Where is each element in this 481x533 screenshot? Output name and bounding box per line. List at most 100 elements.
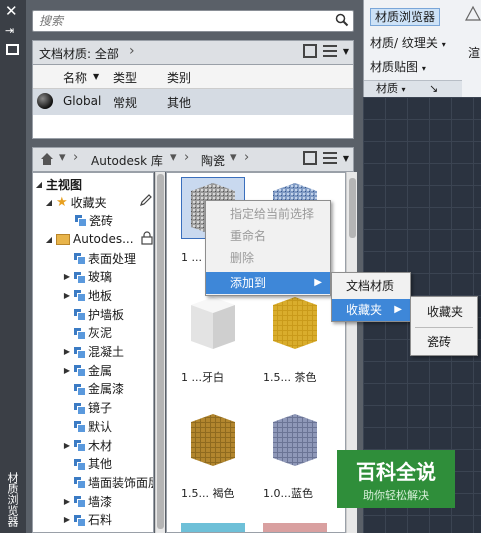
col-category[interactable]: 类别 — [167, 69, 191, 86]
material-thumb-8[interactable] — [263, 523, 327, 532]
tree-item[interactable]: ▶ 玻璃 — [63, 268, 112, 286]
tree-item[interactable]: ▶ 地板 — [63, 286, 112, 304]
document-materials-bar[interactable]: 文档材质: 全部 › ▼ — [32, 40, 354, 65]
menu-item-document-materials[interactable]: 文档材质 — [332, 275, 410, 297]
col-name[interactable]: 名称 — [63, 69, 87, 86]
menu-item-rename[interactable]: 重命名 — [206, 225, 330, 247]
material-caption: 1 ... — [181, 251, 202, 264]
tree-item-label: 墙面装饰面层 — [88, 475, 154, 490]
chevron-down-icon[interactable]: ▼ — [343, 47, 349, 56]
chevron-down-icon[interactable]: ▾ — [170, 150, 177, 165]
expand-icon: ◢ — [45, 197, 53, 207]
tree-item-label: 其他 — [88, 457, 113, 472]
autohide-icon[interactable]: ⇥ — [5, 24, 14, 37]
view-options-icon[interactable] — [322, 152, 337, 164]
tree-item-label: 金属漆 — [88, 382, 125, 397]
row-name: Global — [63, 94, 102, 108]
document-materials-label: 文档材质: 全部 — [39, 47, 119, 61]
properties-menu-icon[interactable] — [6, 44, 19, 55]
breadcrumb-category[interactable]: 陶瓷 — [201, 152, 225, 169]
menu-item-delete[interactable]: 删除 — [206, 247, 330, 269]
tree-root[interactable]: ◢ 主视图 — [35, 175, 82, 193]
search-icon[interactable] — [335, 13, 349, 27]
toggle-panel-icon[interactable] — [302, 44, 317, 58]
folder-icon — [74, 440, 86, 452]
expand-icon[interactable]: ▶ — [63, 515, 71, 524]
tree-item-label: 地板 — [88, 288, 113, 303]
folder-icon — [74, 402, 86, 415]
star-icon: ★ — [56, 194, 68, 210]
expand-icon[interactable]: ▶ — [63, 291, 71, 300]
home-icon[interactable] — [39, 151, 55, 167]
search-input[interactable] — [33, 11, 313, 31]
menu-separator — [415, 327, 473, 328]
folder-icon — [56, 233, 70, 245]
folder-icon — [74, 327, 86, 340]
tree-item-favorites[interactable]: ◢ ★ 收藏夹 — [45, 193, 107, 211]
chevron-right-icon: › — [244, 150, 250, 165]
tree-item[interactable]: ▶ 金属 — [63, 361, 112, 379]
breadcrumb-library[interactable]: Autodesk 库 — [91, 152, 163, 169]
tree-item-tiles[interactable]: 瓷砖 — [75, 211, 113, 229]
tree-item[interactable]: 墙面装饰面层 — [63, 473, 154, 491]
search-box[interactable] — [32, 10, 354, 32]
chevron-down-icon[interactable]: ▾ — [230, 150, 237, 165]
expand-icon[interactable]: ▶ — [63, 272, 71, 281]
view-options-icon[interactable] — [322, 45, 337, 57]
lock-icon — [141, 231, 153, 245]
tree-item-label: 金属 — [88, 363, 113, 378]
expand-icon[interactable]: ▶ — [63, 366, 71, 375]
expand-icon[interactable]: ▶ — [63, 441, 71, 450]
material-thumb-7[interactable] — [181, 523, 245, 532]
table-row[interactable]: Global 常规 其他 — [33, 89, 353, 115]
expand-icon[interactable]: ▶ — [63, 497, 71, 506]
chevron-down-icon[interactable]: ▼ — [343, 154, 349, 163]
sort-down-icon[interactable]: ▼ — [93, 72, 99, 81]
tree-item[interactable]: ▶ 墙漆 — [63, 492, 112, 510]
document-materials-table: 名称 ▼ 类型 类别 Global 常规 其他 — [32, 65, 354, 139]
tree-item[interactable]: 金属漆 — [63, 380, 124, 398]
tree-item[interactable]: 表面处理 — [63, 249, 136, 267]
menu-item-fav-tiles[interactable]: 瓷砖 — [411, 331, 477, 353]
menu-item-assign[interactable]: 指定给当前选择 — [206, 203, 330, 225]
menu-item-favorites[interactable]: 收藏夹 ▶ — [332, 299, 410, 321]
tree-scrollbar[interactable] — [155, 172, 165, 533]
expand-icon[interactable]: ▶ — [63, 347, 71, 356]
tree-item[interactable]: ▶ 石料 — [63, 511, 112, 529]
tree-item[interactable]: 镜子 — [63, 399, 112, 417]
tree-item[interactable]: 其他 — [63, 455, 112, 473]
material-map-button[interactable]: 材质贴图 ▾ — [370, 58, 426, 75]
tree-item[interactable]: 灰泥 — [63, 324, 112, 342]
close-icon[interactable]: ✕ — [5, 2, 18, 20]
material-thumb-6[interactable] — [263, 408, 327, 470]
tree-item-label: 玻璃 — [88, 270, 113, 285]
menu-item-add-to[interactable]: 添加到 ▶ — [206, 272, 330, 294]
submenu-favorites: 收藏夹 瓷砖 — [410, 296, 478, 356]
folder-icon — [74, 496, 86, 509]
material-thumb-4[interactable] — [263, 291, 327, 353]
material-thumb-5[interactable] — [181, 408, 245, 470]
tree-item[interactable]: ▶ 木材 — [63, 436, 112, 454]
menu-item-fav-favorites[interactable]: 收藏夹 — [411, 301, 477, 323]
folder-icon — [74, 309, 86, 322]
material-caption: 1.5... 褐色 — [181, 487, 235, 500]
folder-icon — [74, 514, 86, 527]
col-type[interactable]: 类型 — [113, 69, 137, 86]
render-label[interactable]: 渲 — [468, 44, 480, 61]
library-breadcrumb-bar: ▾ › Autodesk 库 ▾ › 陶瓷 ▾ › ▼ — [32, 147, 354, 172]
material-texture-toggle[interactable]: 材质/ 纹理关 ▾ — [370, 34, 446, 51]
tree-item[interactable]: 默认 — [63, 417, 112, 435]
submenu-arrow-icon: ▶ — [394, 304, 402, 315]
toggle-panel-icon[interactable] — [302, 151, 317, 165]
folder-icon — [74, 290, 86, 303]
render-icon[interactable] — [464, 4, 481, 22]
tree-item[interactable]: ▶ 混凝土 — [63, 343, 124, 361]
material-thumb-3[interactable] — [181, 291, 245, 353]
tree-item-label: 护墙板 — [88, 307, 125, 322]
material-browser-button[interactable]: 材质浏览器 — [370, 8, 441, 26]
chevron-down-icon[interactable]: ▾ — [59, 150, 66, 165]
tree-item-autodesk[interactable]: ◢ Autodes... — [45, 230, 134, 248]
tree-item[interactable]: 护墙板 — [63, 305, 124, 323]
edit-pencil-icon[interactable] — [139, 193, 153, 207]
folder-icon — [74, 383, 86, 396]
